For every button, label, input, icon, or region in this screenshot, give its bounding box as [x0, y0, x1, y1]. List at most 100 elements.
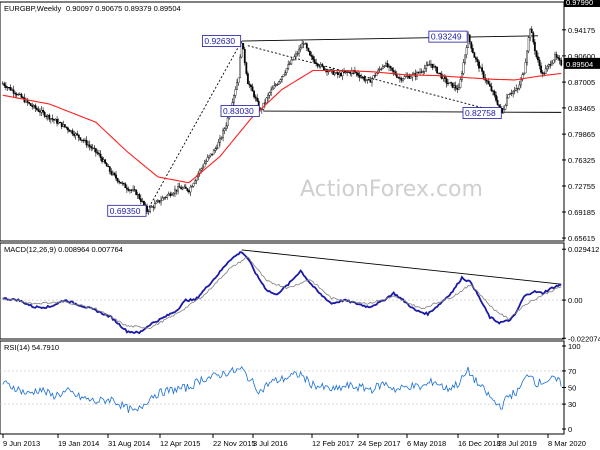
candle-body: [309, 50, 311, 56]
candle-body: [439, 72, 442, 75]
x-tick-label: 8 Mar 2020: [548, 439, 586, 448]
candle-body: [32, 105, 35, 108]
candle-body: [357, 72, 359, 76]
candle-body: [431, 63, 434, 68]
candle-body: [101, 157, 103, 162]
candle-body: [327, 70, 330, 73]
candle-body: [3, 83, 6, 87]
candle-body: [104, 159, 107, 164]
candle-body: [42, 110, 45, 113]
candle-body: [122, 182, 125, 185]
candle: [243, 46, 246, 66]
candle-body: [445, 78, 448, 84]
candle-body: [313, 59, 316, 63]
y-tick-label: 0.65615: [568, 234, 595, 243]
candle-body: [88, 144, 91, 147]
candle-body: [34, 105, 37, 109]
candle-body: [419, 71, 421, 74]
candle-body: [217, 142, 220, 149]
candle-body: [237, 77, 240, 83]
candle: [240, 42, 243, 59]
candle-body: [73, 133, 76, 136]
candle-body: [428, 64, 431, 66]
candle-body: [8, 87, 10, 89]
candle-body: [389, 65, 392, 69]
candle-body: [146, 205, 148, 212]
candle-body: [17, 94, 20, 96]
candle-body: [549, 64, 552, 66]
candle-body: [49, 118, 52, 120]
x-tick-label: 22 Nov 2015: [213, 439, 256, 448]
candle-body: [246, 73, 249, 85]
candle-body: [12, 89, 15, 94]
candle-body: [430, 63, 432, 66]
candle-body: [80, 139, 83, 141]
candle-body: [62, 124, 65, 127]
candle-body: [264, 102, 266, 104]
candle-body: [434, 66, 437, 68]
candle-body: [546, 66, 549, 70]
candle-body: [299, 47, 302, 50]
candle-body: [91, 147, 94, 149]
candle-body: [277, 81, 280, 85]
candle-body: [98, 153, 100, 155]
candle-body: [45, 116, 48, 118]
macd-tick-label: 0.00: [568, 296, 583, 305]
candle-body: [512, 90, 515, 94]
candle-body: [256, 97, 259, 102]
candle-body: [236, 82, 238, 90]
candle-body: [169, 193, 172, 196]
candle-body: [143, 200, 145, 206]
candle-body: [322, 66, 325, 71]
candle-body: [456, 88, 459, 90]
candle-body: [293, 56, 296, 60]
candle: [119, 181, 122, 184]
candle-body: [412, 73, 415, 75]
candle-body: [253, 91, 255, 98]
x-tick-label: 6 May 2018: [407, 439, 446, 448]
candle-body: [39, 111, 41, 113]
candle-body: [141, 200, 144, 202]
candle-body: [442, 76, 445, 79]
candle-body: [321, 64, 324, 67]
candle-body: [541, 72, 544, 74]
rsi-tick-label: 50: [568, 384, 576, 393]
price-annotation: 0.82758: [462, 107, 502, 119]
x-tick-label: 28 Jul 2019: [498, 439, 537, 448]
candle-body: [488, 83, 491, 87]
macd-panel: 0.0294120.00-0.022074 MACD(12,26,9) 0.00…: [0, 242, 600, 343]
candle-body: [464, 54, 466, 64]
candle-body: [181, 187, 184, 190]
candle-body: [188, 190, 190, 193]
candle-body: [1, 83, 4, 85]
candle-body: [558, 58, 561, 61]
candle-body: [510, 93, 513, 95]
candle-body: [160, 200, 162, 203]
candle-body: [4, 85, 7, 88]
candle-body: [267, 94, 269, 99]
candle-body: [291, 59, 294, 61]
candle-body: [164, 196, 167, 198]
candle-body: [301, 43, 304, 49]
candle: [104, 158, 107, 165]
candle-body: [523, 72, 525, 75]
candle-body: [319, 64, 322, 67]
candle-body: [443, 76, 446, 79]
macd-tick-label: 0.029412: [568, 245, 599, 254]
candle-body: [212, 150, 215, 155]
candle-body: [74, 133, 77, 136]
candle-body: [157, 200, 159, 203]
candle-body: [538, 59, 541, 67]
candle-body: [43, 111, 46, 117]
candle-body: [397, 77, 400, 79]
candle-body: [150, 206, 153, 208]
candle-body: [422, 71, 425, 73]
candle-body: [211, 153, 214, 155]
candle-body: [67, 127, 69, 131]
candle-body: [498, 104, 501, 107]
candle-body: [288, 63, 291, 65]
candle-body: [54, 119, 57, 121]
candle-body: [223, 128, 226, 131]
candle: [277, 81, 280, 85]
candle-body: [487, 81, 490, 85]
